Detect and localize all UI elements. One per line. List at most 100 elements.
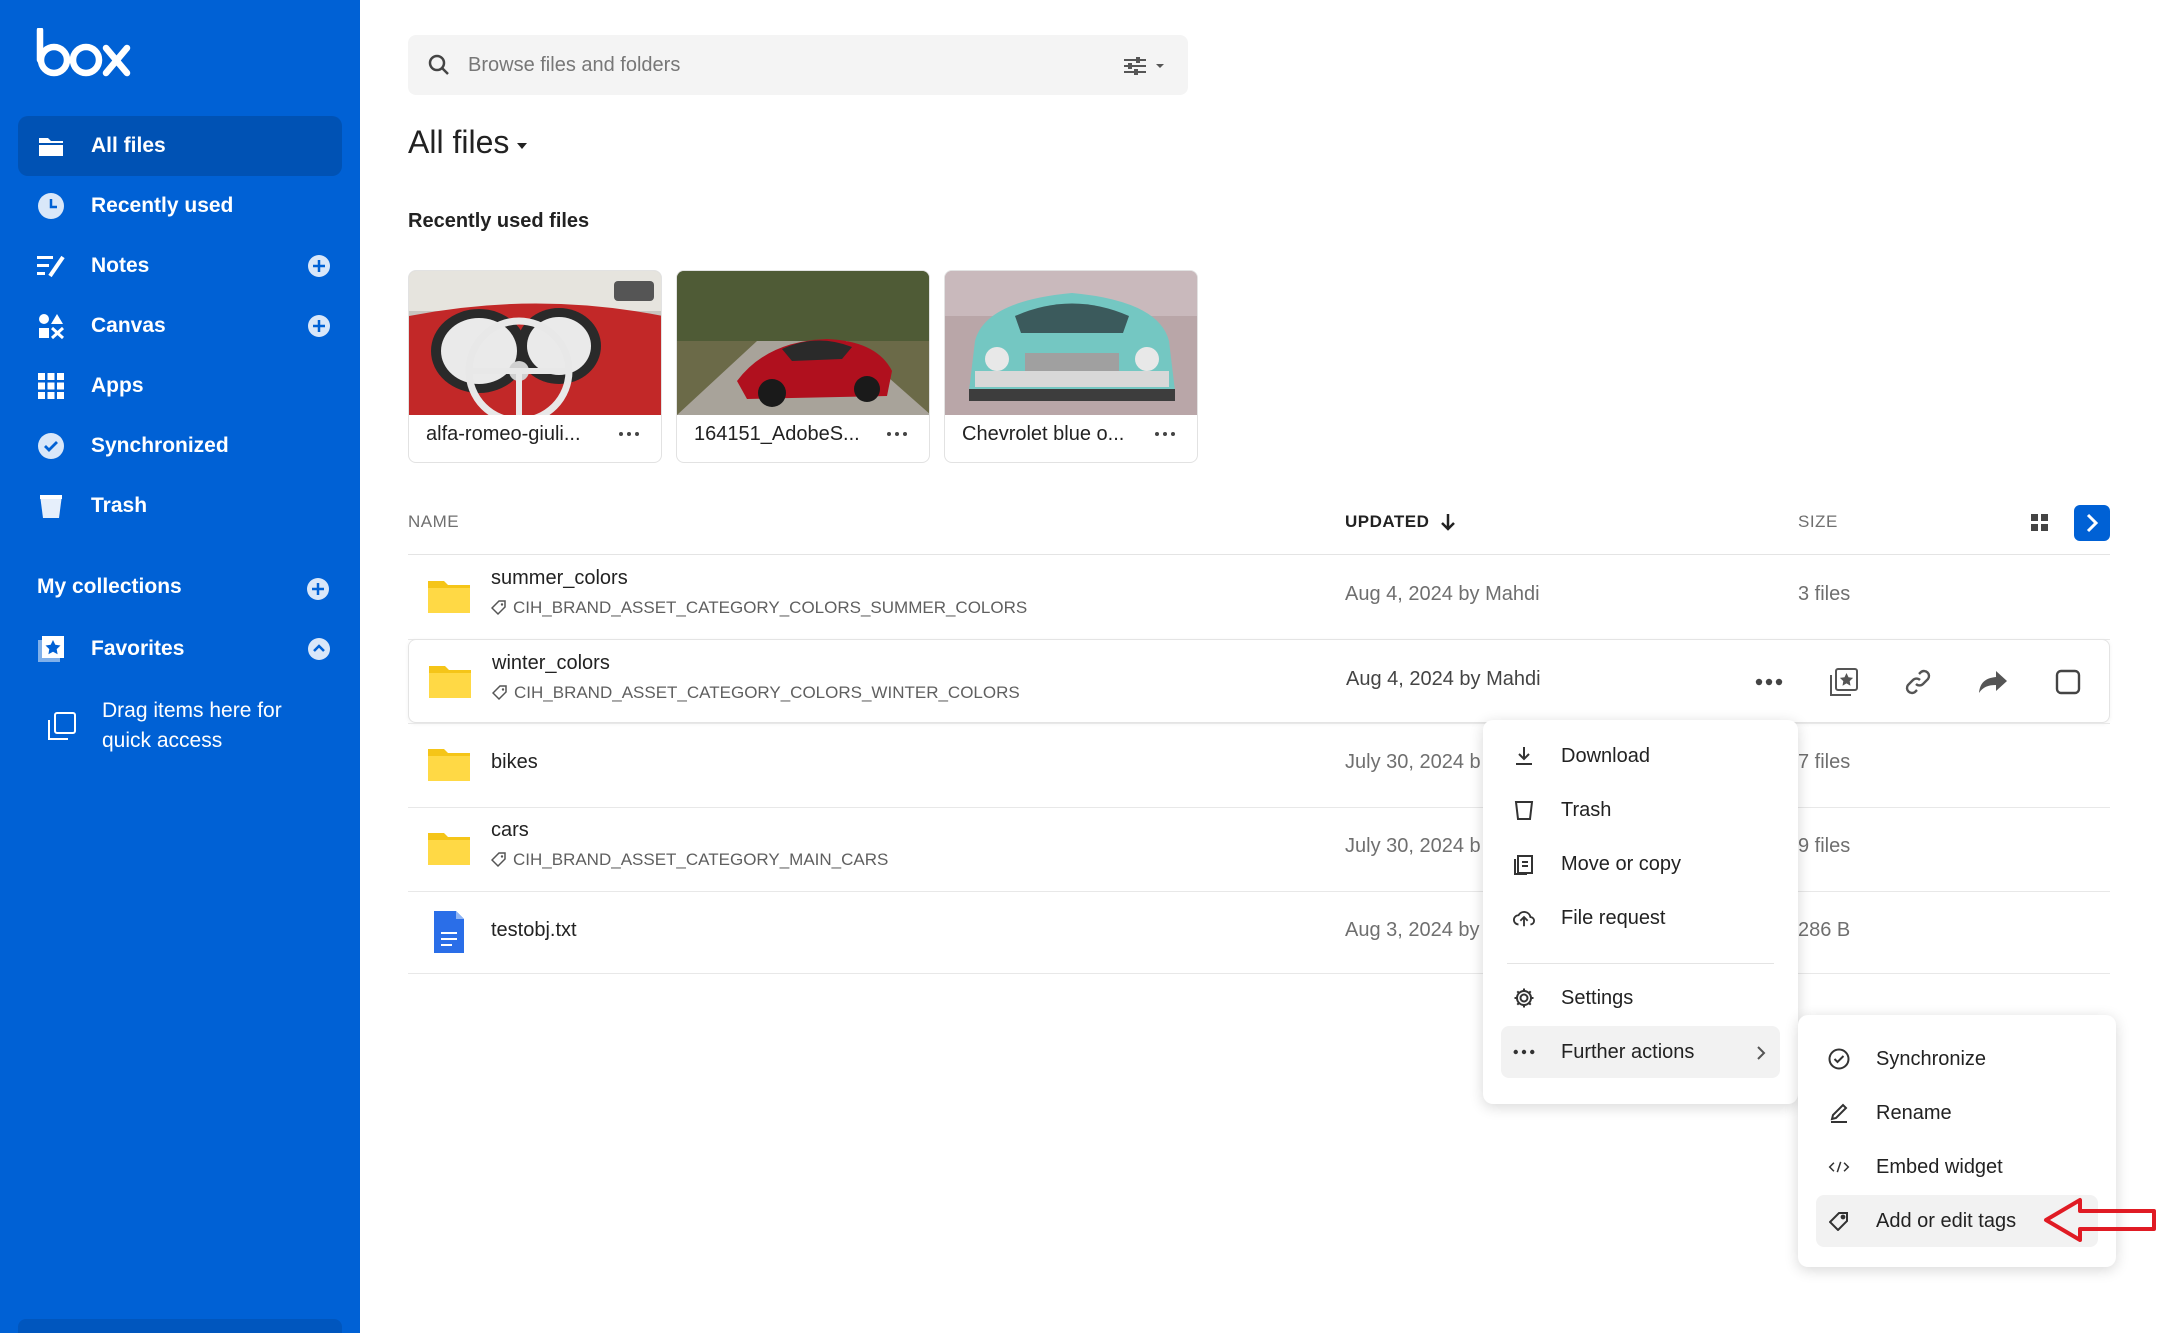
recent-file-card[interactable]: Chevrolet blue o... bbox=[944, 270, 1198, 463]
sidebar-item-canvas[interactable]: Canvas bbox=[18, 296, 342, 356]
more-options-icon bbox=[1513, 1041, 1535, 1063]
trash-icon bbox=[36, 491, 66, 521]
sidebar-item-label: Synchronized bbox=[91, 434, 229, 457]
table-row[interactable]: summer_colors CIH_BRAND_ASSET_CATEGORY_C… bbox=[408, 555, 2110, 639]
page-title[interactable]: All files bbox=[408, 124, 528, 161]
table-row[interactable]: bikes July 30, 2024 b 7 files bbox=[408, 723, 2110, 807]
sidebar-item-label: All files bbox=[91, 134, 166, 157]
sort-descending-icon[interactable] bbox=[1440, 512, 1456, 537]
download-icon bbox=[1513, 745, 1535, 767]
sidebar-item-notes[interactable]: Notes bbox=[18, 236, 342, 296]
menu-item-trash[interactable]: Trash bbox=[1501, 784, 1780, 836]
gear-icon bbox=[1513, 987, 1535, 1009]
menu-item-further-actions[interactable]: Further actions bbox=[1501, 1026, 1780, 1078]
details-panel-toggle-button[interactable] bbox=[2074, 505, 2110, 541]
menu-item-label: Download bbox=[1561, 744, 1650, 767]
menu-item-rename[interactable]: Rename bbox=[1816, 1087, 2098, 1139]
sidebar-item-synchronized[interactable]: Synchronized bbox=[18, 416, 342, 476]
blue-car-thumbnail-image bbox=[945, 271, 1197, 415]
sidebar-item-favorites[interactable]: Favorites bbox=[18, 619, 342, 679]
menu-item-download[interactable]: Download bbox=[1501, 730, 1780, 782]
menu-item-embed-widget[interactable]: Embed widget bbox=[1816, 1141, 2098, 1193]
apps-grid-icon bbox=[36, 371, 66, 401]
table-row-selected[interactable]: winter_colors CIH_BRAND_ASSET_CATEGORY_C… bbox=[408, 639, 2110, 723]
more-options-icon[interactable] bbox=[619, 432, 639, 436]
chevron-down-icon bbox=[517, 142, 528, 149]
folder-name[interactable]: bikes bbox=[491, 751, 538, 774]
box-logo[interactable] bbox=[36, 26, 132, 83]
annotation-arrow-icon bbox=[2044, 1198, 2156, 1242]
menu-item-label: File request bbox=[1561, 906, 1666, 929]
recent-file-card[interactable]: 164151_AdobeS... bbox=[676, 270, 930, 463]
sidebar-item-all-files[interactable]: All files bbox=[18, 116, 342, 176]
folder-name[interactable]: cars bbox=[491, 819, 529, 842]
sidebar-item-trash[interactable]: Trash bbox=[18, 476, 342, 536]
copy-link-icon[interactable] bbox=[1900, 640, 1936, 724]
sidebar-item-apps[interactable]: Apps bbox=[18, 356, 342, 416]
menu-item-label: Add or edit tags bbox=[1876, 1209, 2017, 1232]
my-collections-title[interactable]: My collections bbox=[37, 575, 182, 599]
menu-item-label: Move or copy bbox=[1561, 852, 1682, 875]
menu-item-settings[interactable]: Settings bbox=[1501, 972, 1780, 1024]
menu-item-move-or-copy[interactable]: Move or copy bbox=[1501, 838, 1780, 890]
column-header-name[interactable]: NAME bbox=[408, 512, 459, 532]
recent-file-name: Chevrolet blue o... bbox=[962, 423, 1125, 445]
sidebar-item-recently-used[interactable]: Recently used bbox=[18, 176, 342, 236]
file-name[interactable]: testobj.txt bbox=[491, 919, 577, 942]
more-options-icon[interactable] bbox=[887, 432, 907, 436]
row-divider bbox=[408, 973, 2110, 974]
notes-icon bbox=[36, 251, 66, 281]
share-icon[interactable] bbox=[1975, 640, 2011, 724]
search-filter-icon[interactable] bbox=[1122, 55, 1168, 80]
tag-label[interactable]: CIH_BRAND_ASSET_CATEGORY_COLORS_SUMMER_C… bbox=[491, 598, 1027, 618]
more-options-icon[interactable] bbox=[1155, 432, 1175, 436]
sidebar: All files Recently used Notes Canvas App… bbox=[0, 0, 360, 1333]
column-header-updated[interactable]: UPDATED bbox=[1345, 512, 1429, 532]
menu-item-file-request[interactable]: File request bbox=[1501, 892, 1780, 944]
folder-icon bbox=[426, 577, 472, 620]
add-note-icon[interactable] bbox=[308, 255, 330, 277]
select-checkbox[interactable] bbox=[2050, 640, 2086, 724]
folder-icon bbox=[427, 662, 473, 705]
search-input[interactable] bbox=[468, 45, 1088, 85]
check-circle-icon bbox=[1828, 1048, 1850, 1070]
tag-label[interactable]: CIH_BRAND_ASSET_CATEGORY_MAIN_CARS bbox=[491, 850, 888, 870]
tag-text: CIH_BRAND_ASSET_CATEGORY_COLORS_SUMMER_C… bbox=[513, 598, 1028, 617]
sidebar-item-label: Apps bbox=[91, 374, 144, 397]
tag-icon bbox=[491, 600, 506, 616]
updated-cell: Aug 4, 2024 by Mahdi bbox=[1345, 583, 1540, 605]
text-file-icon bbox=[432, 909, 466, 960]
grid-view-icon[interactable] bbox=[2031, 514, 2049, 537]
folder-icon bbox=[426, 829, 472, 872]
updated-cell: Aug 3, 2024 by bbox=[1345, 919, 1480, 941]
add-to-collection-icon[interactable] bbox=[1826, 640, 1862, 724]
menu-item-label: Settings bbox=[1561, 986, 1634, 1009]
drag-drop-icon bbox=[48, 712, 76, 740]
recent-file-name: alfa-romeo-giuli... bbox=[426, 423, 581, 445]
table-row[interactable]: cars CIH_BRAND_ASSET_CATEGORY_MAIN_CARS … bbox=[408, 807, 2110, 891]
updated-cell: July 30, 2024 b bbox=[1345, 751, 1481, 773]
add-canvas-icon[interactable] bbox=[308, 315, 330, 337]
more-options-icon[interactable] bbox=[1751, 640, 1787, 724]
chevron-right-icon bbox=[1756, 1044, 1766, 1067]
column-header-size[interactable]: SIZE bbox=[1798, 512, 1838, 532]
add-collection-icon[interactable] bbox=[307, 578, 329, 600]
check-circle-icon bbox=[36, 431, 66, 461]
sidebar-item-label: Notes bbox=[91, 254, 150, 277]
chevron-right-icon bbox=[2086, 513, 2099, 533]
collapse-favorites-icon[interactable] bbox=[308, 638, 330, 660]
folder-name[interactable]: winter_colors bbox=[492, 652, 610, 675]
tag-label[interactable]: CIH_BRAND_ASSET_CATEGORY_COLORS_WINTER_C… bbox=[492, 683, 1020, 703]
recent-file-card[interactable]: alfa-romeo-giuli... bbox=[408, 270, 662, 463]
tag-icon bbox=[492, 685, 507, 701]
menu-item-label: Rename bbox=[1876, 1101, 1952, 1124]
tag-text: CIH_BRAND_ASSET_CATEGORY_COLORS_WINTER_C… bbox=[514, 683, 1020, 702]
updated-cell: Aug 4, 2024 by Mahdi bbox=[1346, 668, 1541, 690]
move-copy-icon bbox=[1513, 853, 1535, 875]
size-cell: 286 B bbox=[1798, 919, 1851, 941]
cloud-upload-icon bbox=[1513, 907, 1535, 929]
pencil-icon bbox=[1828, 1102, 1850, 1124]
table-row[interactable]: testobj.txt Aug 3, 2024 by 286 B bbox=[408, 891, 2110, 975]
menu-item-synchronize[interactable]: Synchronize bbox=[1816, 1033, 2098, 1085]
folder-name[interactable]: summer_colors bbox=[491, 567, 628, 590]
